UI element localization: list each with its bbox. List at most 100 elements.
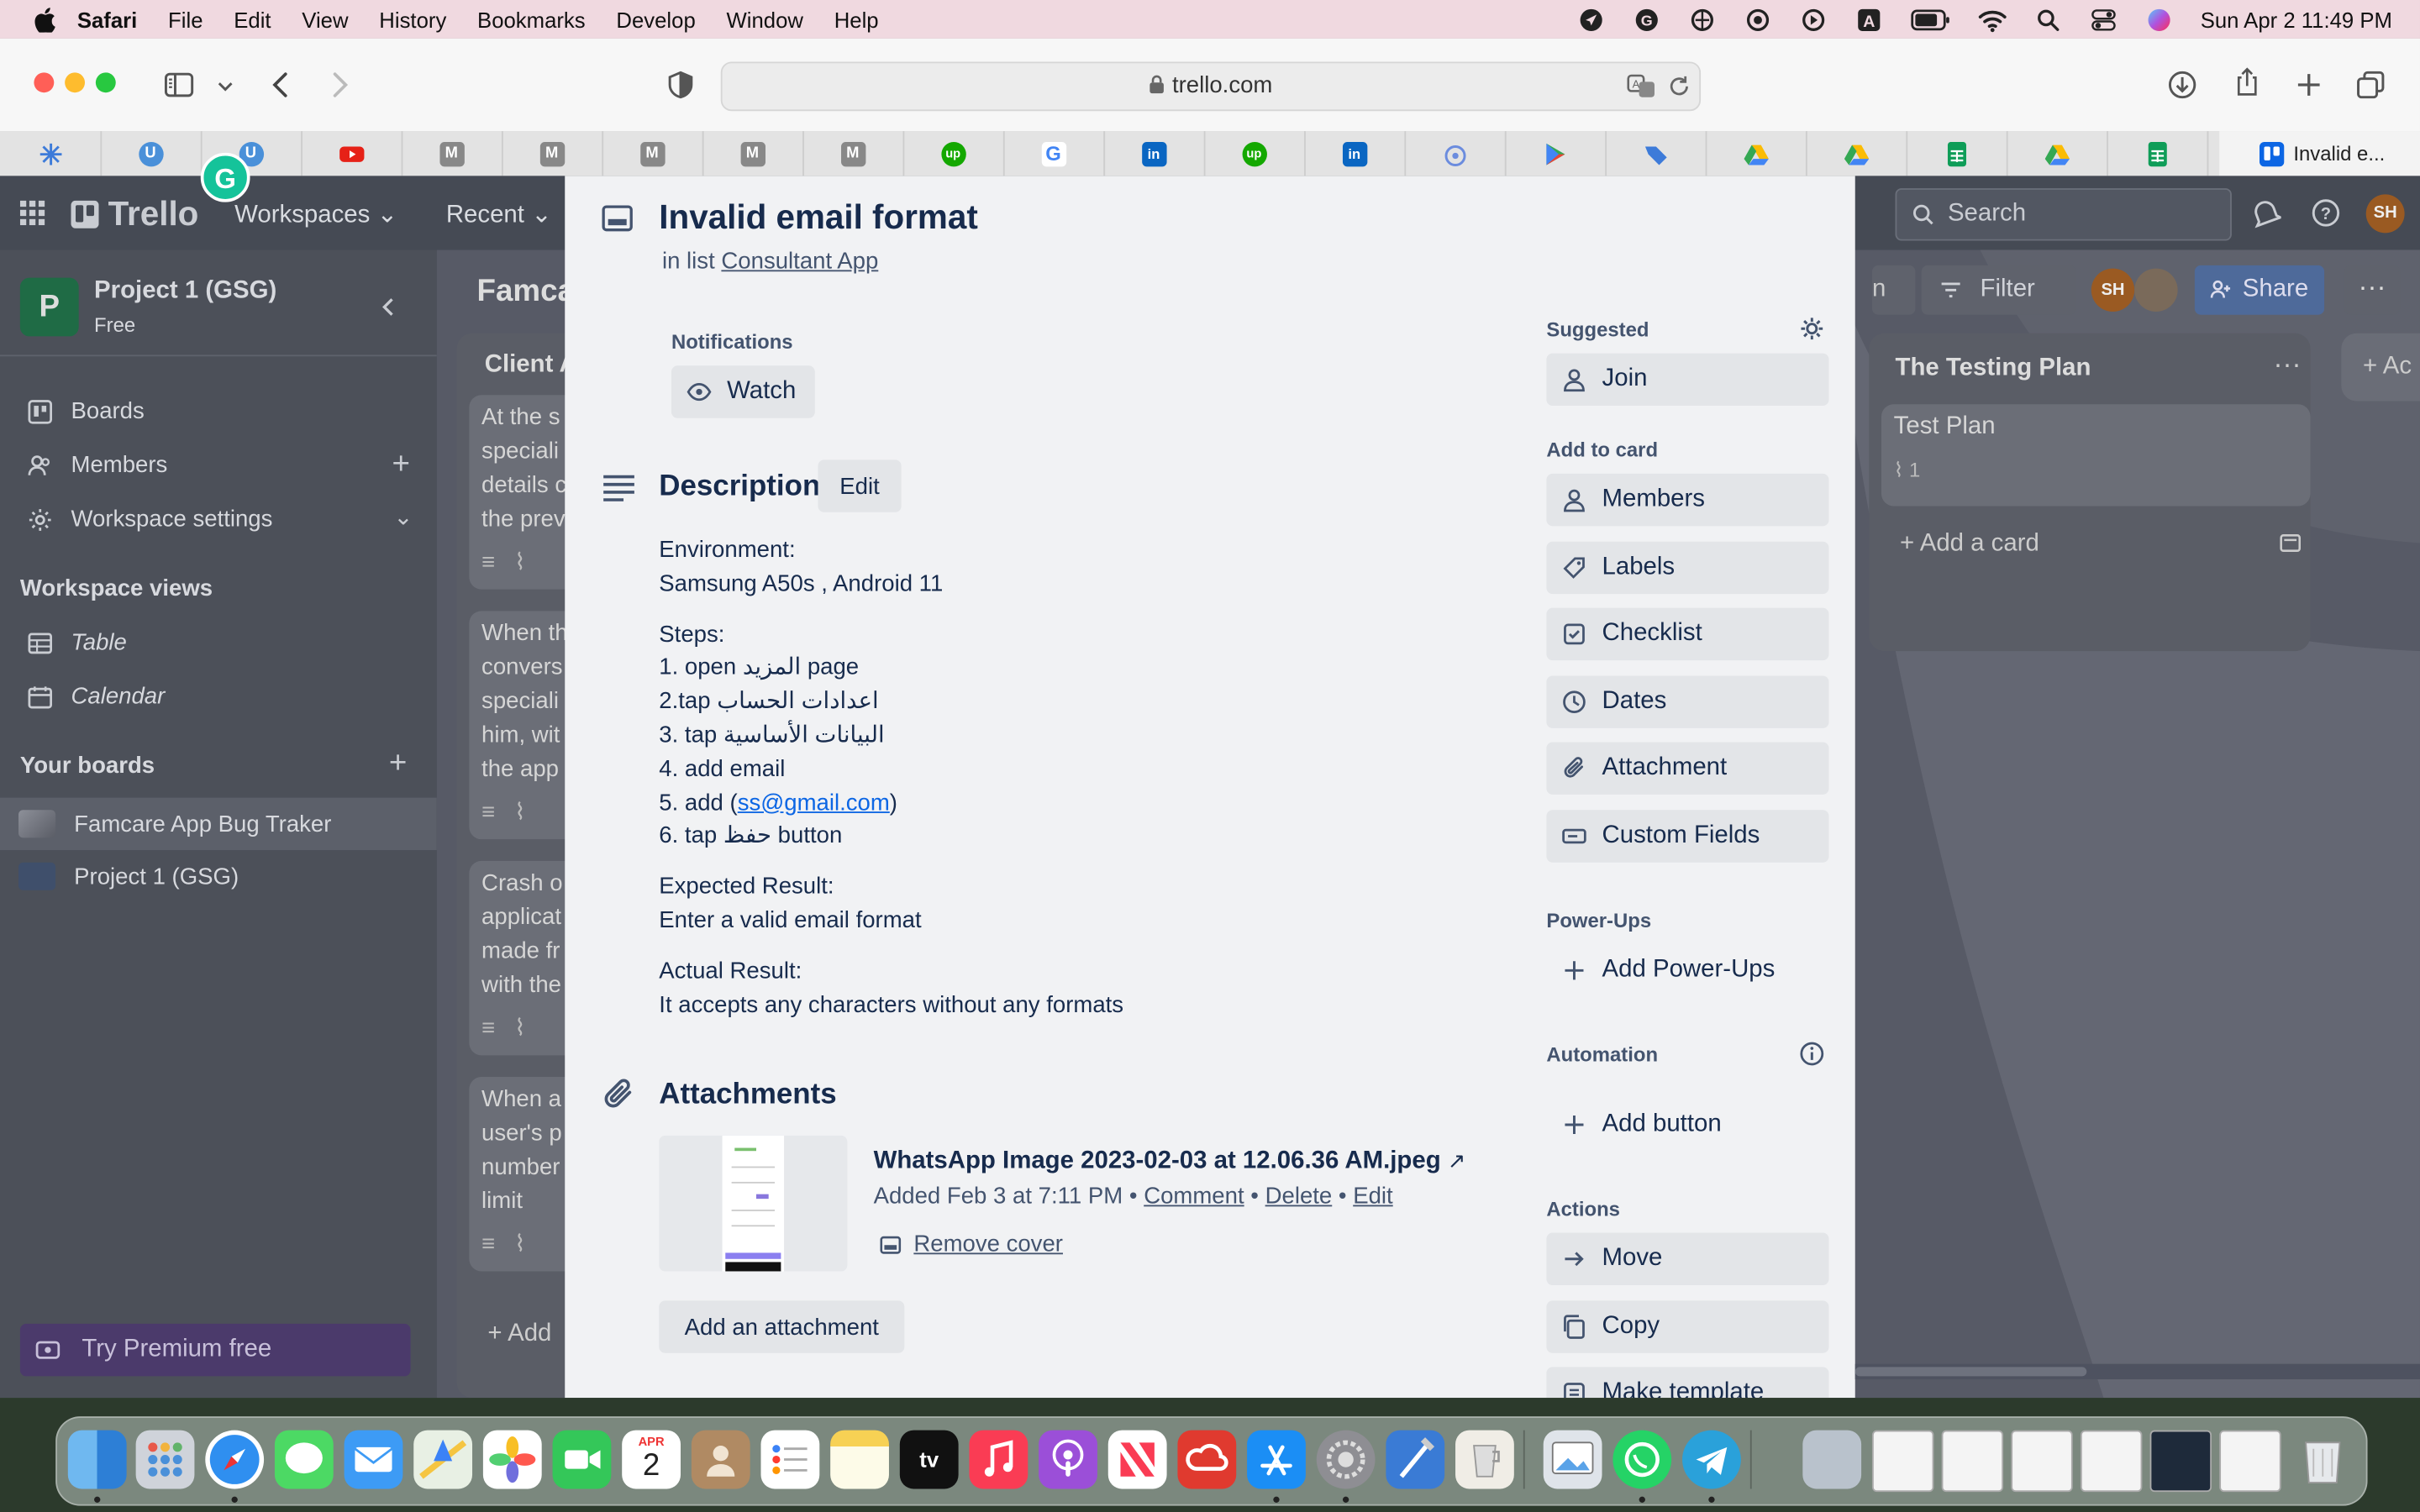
safari-icon[interactable] [205, 1430, 265, 1489]
attachment-button[interactable]: Attachment [1546, 742, 1829, 795]
list-title[interactable]: Client A [485, 352, 577, 380]
minimized-window-1[interactable] [1871, 1430, 1934, 1493]
tab-5[interactable]: M [402, 131, 503, 176]
nav-workspaces[interactable]: Workspaces ⌄ [234, 199, 397, 230]
notes-icon[interactable] [830, 1430, 889, 1489]
chevron-down-icon[interactable]: ⌄ [393, 503, 413, 531]
launchpad-icon[interactable] [135, 1430, 195, 1489]
tab-1[interactable] [0, 131, 103, 176]
edit-description-button[interactable]: Edit [818, 459, 902, 512]
xcode-icon[interactable] [1386, 1430, 1445, 1489]
menu-clock[interactable]: Sun Apr 2 11:49 PM [2201, 7, 2392, 31]
list-title[interactable]: The Testing Plan [1896, 354, 2091, 382]
menu-develop[interactable]: Develop [616, 7, 695, 31]
contacts-icon[interactable] [691, 1430, 750, 1489]
board-title[interactable]: Famca [477, 275, 575, 310]
forward-arrow-icon[interactable] [324, 70, 355, 101]
whatsapp-icon[interactable] [1612, 1430, 1672, 1489]
tab-14[interactable]: in [1304, 131, 1407, 176]
sidebar-toggle-icon[interactable] [164, 70, 195, 101]
menu-history[interactable]: History [379, 7, 446, 31]
podcasts-icon[interactable] [1039, 1430, 1097, 1489]
maps-icon[interactable] [413, 1430, 473, 1489]
apple-icon[interactable] [34, 7, 55, 32]
app-switcher-icon[interactable] [19, 200, 45, 226]
menu-help[interactable]: Help [834, 7, 879, 31]
search-box[interactable]: Search [1895, 188, 2232, 241]
downloads-icon[interactable] [2167, 70, 2198, 101]
tab-19[interactable] [1806, 131, 1908, 176]
reload-icon[interactable] [1667, 74, 1691, 98]
tab-20[interactable] [1906, 131, 2008, 176]
address-bar[interactable]: trello.com A [720, 61, 1702, 112]
menu-view[interactable]: View [302, 7, 348, 31]
tab-10[interactable]: up [902, 131, 1005, 176]
translate-icon[interactable]: A [1627, 72, 1658, 100]
tab-15[interactable] [1404, 131, 1507, 176]
spotlight-search-icon[interactable] [2033, 7, 2061, 31]
tab-7[interactable]: M [602, 131, 704, 176]
minimized-window-4[interactable] [2080, 1430, 2143, 1493]
email-link[interactable]: ss@gmail.com [738, 790, 890, 816]
play-icon[interactable] [1799, 7, 1827, 31]
menu-edit[interactable]: Edit [234, 7, 271, 31]
menu-bookmarks[interactable]: Bookmarks [477, 7, 586, 31]
system-preferences-icon[interactable] [1316, 1430, 1376, 1489]
join-button[interactable]: Join [1546, 353, 1829, 407]
menu-safari[interactable]: Safari [77, 7, 137, 31]
control-center-icon[interactable] [2089, 7, 2117, 31]
filter-button[interactable]: Filter [1921, 265, 2076, 315]
minimized-window-6[interactable] [2219, 1430, 2281, 1493]
nav-recent[interactable]: Recent ⌄ [446, 199, 552, 230]
mail-icon[interactable] [344, 1430, 403, 1489]
battery-icon[interactable] [1910, 7, 1950, 31]
downloads-folder-icon[interactable] [1802, 1430, 1862, 1489]
telegram-icon[interactable] [1682, 1430, 1741, 1489]
tab-22[interactable] [2107, 131, 2209, 176]
tab-8[interactable]: M [702, 131, 804, 176]
share-button[interactable]: Share [2194, 265, 2325, 315]
board-menu-button[interactable]: ··· [2344, 265, 2401, 315]
move-button[interactable]: Move [1546, 1232, 1829, 1285]
board-scrollbar-thumb[interactable] [1854, 1367, 2087, 1377]
tab-12[interactable]: in [1103, 131, 1206, 176]
chevron-down-icon[interactable] [216, 79, 234, 94]
music-icon[interactable] [969, 1430, 1028, 1489]
script-editor-icon[interactable] [1455, 1430, 1514, 1489]
add-list-button[interactable]: + Ac [2341, 333, 2420, 402]
photos-icon[interactable] [482, 1430, 542, 1489]
gear-icon[interactable] [1800, 317, 1824, 341]
attachment-thumbnail[interactable] [659, 1135, 848, 1272]
members-button[interactable]: Members [1546, 473, 1829, 527]
sidebar-item-calendar[interactable]: Calendar [28, 684, 165, 710]
sidebar-board-project1[interactable]: Project 1 (GSG) [0, 850, 437, 902]
add-board-plus-icon[interactable]: + [389, 747, 407, 782]
list-item[interactable]: Test Plan ⌇ 1 [1881, 404, 2311, 507]
add-attachment-button[interactable]: Add an attachment [659, 1300, 905, 1353]
tab-9[interactable]: M [802, 131, 905, 176]
board-view-button[interactable]: n [1871, 265, 1916, 315]
add-power-ups-button[interactable]: Add Power-Ups [1546, 944, 1828, 996]
apple-tv-icon[interactable]: tv [899, 1430, 959, 1489]
copy-button[interactable]: Copy [1546, 1300, 1829, 1353]
navigation-arrow-icon[interactable] [1577, 7, 1605, 31]
add-card-button[interactable]: + Add a card [1900, 531, 2039, 559]
custom-fields-button[interactable]: Custom Fields [1546, 810, 1829, 863]
menu-window[interactable]: Window [726, 7, 802, 31]
add-member-plus-icon[interactable]: + [392, 448, 410, 483]
trash-icon[interactable] [2293, 1431, 2352, 1489]
tab-overview-icon[interactable] [2355, 70, 2386, 101]
vpn-icon[interactable] [1688, 7, 1716, 31]
window-minimize-button[interactable] [65, 72, 86, 93]
description-body[interactable]: Environment: Samsung A50s , Android 11 St… [659, 534, 1123, 1039]
window-close-button[interactable] [34, 72, 55, 93]
back-arrow-icon[interactable] [266, 70, 297, 101]
try-premium-button[interactable]: Try Premium free [19, 1323, 411, 1377]
creative-cloud-icon[interactable] [1177, 1430, 1237, 1489]
board-member-avatar[interactable]: SH [2091, 268, 2135, 312]
news-icon[interactable] [1107, 1430, 1167, 1489]
sidebar-item-boards[interactable]: Boards [28, 398, 145, 424]
list-menu-button[interactable]: ··· [2274, 349, 2302, 381]
tab-18[interactable] [1706, 131, 1807, 176]
preview-icon[interactable] [1543, 1430, 1602, 1489]
